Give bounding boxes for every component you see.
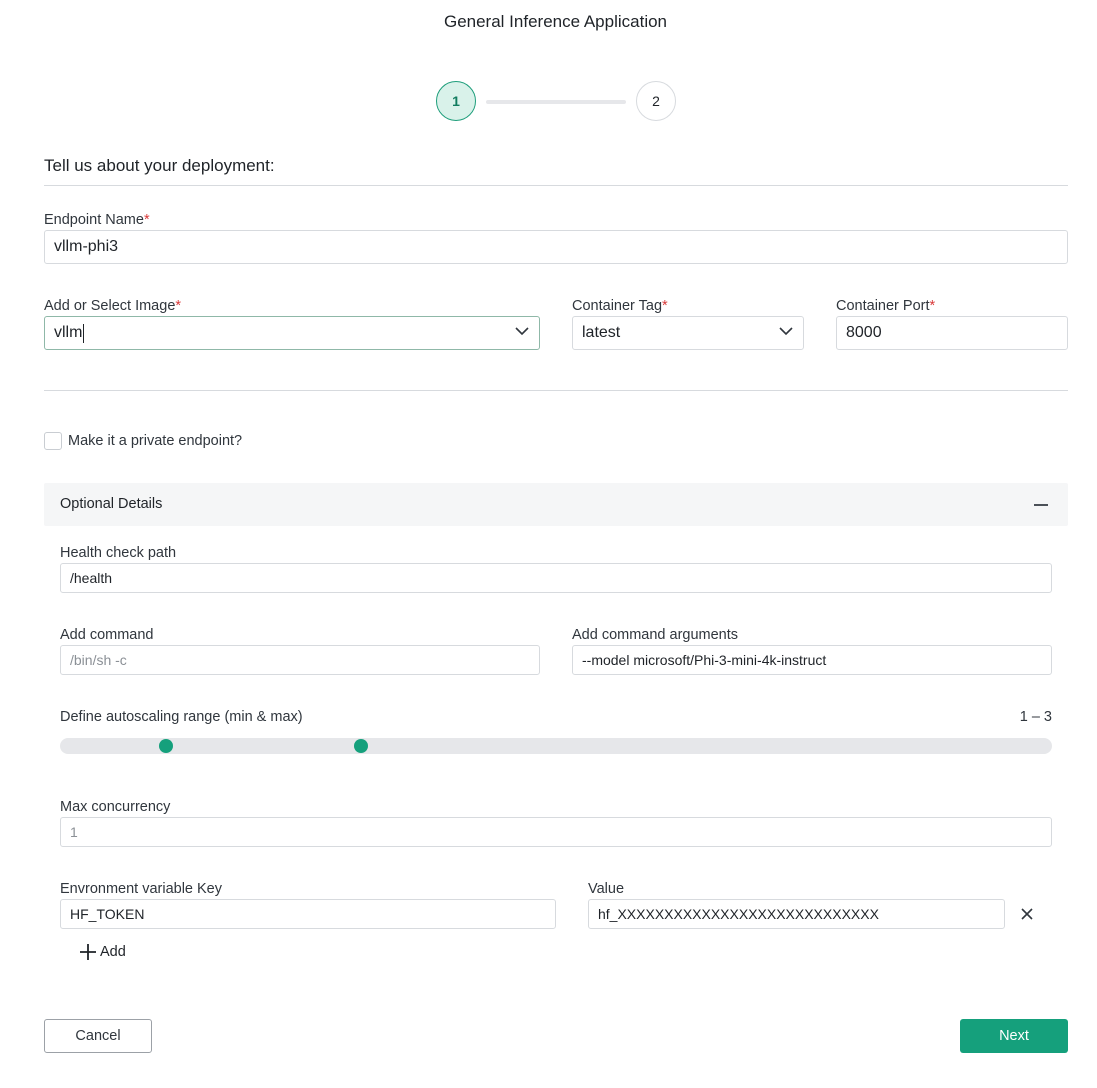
endpoint-name-label: Endpoint Name* [44,212,150,228]
health-check-input[interactable]: /health [60,563,1052,593]
env-value-value: hf_XXXXXXXXXXXXXXXXXXXXXXXXXXXX [598,906,879,922]
health-check-label: Health check path [60,545,177,561]
autoscaling-max-handle[interactable] [353,739,368,753]
autoscaling-slider-track[interactable] [60,738,1052,754]
add-env-button[interactable]: Add [79,941,126,963]
required-mark: * [143,212,150,228]
container-port-label: Container Port* [836,298,935,314]
chevron-down-icon[interactable] [514,323,530,339]
max-concurrency-label: Max concurrency [60,799,171,815]
container-port-value: 8000 [846,324,882,341]
command-args-label: Add command arguments [572,627,739,643]
env-key-input[interactable]: HF_TOKEN [60,899,556,929]
command-args-input[interactable]: --model microsoft/Phi-3-mini-4k-instruct [572,645,1052,675]
max-concurrency-placeholder: 1 [70,824,78,840]
step-2-indicator[interactable]: 2 [636,81,676,121]
autoscaling-label: Define autoscaling range (min & max) [60,709,303,725]
text-caret [83,323,85,343]
container-port-input[interactable]: 8000 [836,316,1068,350]
next-button[interactable]: Next [960,1019,1068,1053]
heading-divider [44,185,1068,186]
container-tag-label: Container Tag* [572,298,668,314]
container-tag-select[interactable]: latest [572,316,804,350]
image-label-text: Add or Select Image [44,298,176,314]
minus-icon[interactable] [1034,504,1048,506]
step-connector [486,100,626,104]
endpoint-name-value: vllm-phi3 [54,238,119,255]
command-label: Add command [60,627,154,643]
command-placeholder: /bin/sh -c [70,652,127,668]
container-tag-value: latest [582,324,621,341]
env-key-value: HF_TOKEN [70,906,145,922]
container-tag-label-text: Container Tag [572,298,663,314]
cancel-button[interactable]: Cancel [44,1019,152,1053]
private-endpoint-label[interactable]: Make it a private endpoint? [68,433,242,449]
env-key-label: Envronment variable Key [60,881,222,897]
section-divider [44,390,1068,391]
required-mark: * [929,298,936,314]
optional-details-header[interactable]: Optional Details [44,483,1068,526]
private-endpoint-checkbox[interactable] [44,432,62,450]
add-env-label: Add [100,944,126,960]
command-args-value: --model microsoft/Phi-3-mini-4k-instruct [582,652,827,668]
command-input[interactable]: /bin/sh -c [60,645,540,675]
container-port-label-text: Container Port [836,298,930,314]
image-label: Add or Select Image* [44,298,181,314]
page-title: General Inference Application [443,12,668,31]
section-heading: Tell us about your deployment: [44,156,275,175]
endpoint-name-input[interactable]: vllm-phi3 [44,230,1068,264]
max-concurrency-input[interactable]: 1 [60,817,1052,847]
required-mark: * [175,298,182,314]
endpoint-name-label-text: Endpoint Name [44,212,144,228]
autoscaling-range-value: 1 – 3 [1019,709,1052,725]
required-mark: * [662,298,668,314]
health-check-value: /health [70,570,113,586]
image-value: vllm [54,324,83,341]
step-1-indicator[interactable]: 1 [436,81,476,121]
chevron-down-icon[interactable] [778,323,794,339]
optional-details-title: Optional Details [60,496,163,512]
env-value-label: Value [588,881,625,897]
image-select[interactable]: vllm [44,316,540,350]
close-icon[interactable] [1019,906,1035,922]
plus-icon [80,944,96,960]
env-value-input[interactable]: hf_XXXXXXXXXXXXXXXXXXXXXXXXXXXX [588,899,1005,929]
